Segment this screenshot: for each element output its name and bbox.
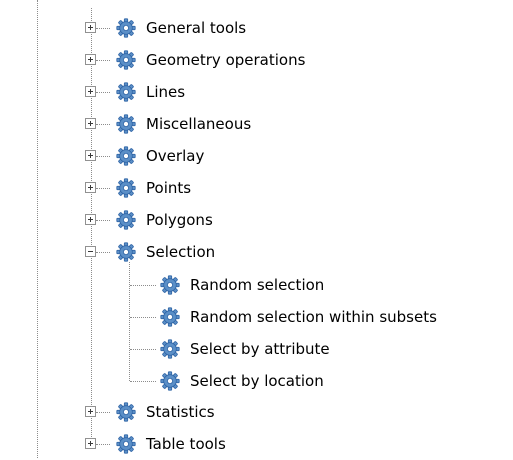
tree-item-label: Geometry operations	[146, 51, 306, 69]
tree-item-label: Select by location	[190, 372, 324, 390]
tree-item-statistics[interactable]: Statistics	[116, 396, 215, 428]
guide-connector	[96, 92, 110, 93]
gear-icon	[116, 242, 136, 262]
tree-item-polygons[interactable]: Polygons	[116, 204, 213, 236]
guide-connector	[96, 412, 110, 413]
gear-icon	[116, 178, 136, 198]
gear-icon	[116, 114, 136, 134]
tree-item-select-by-attribute[interactable]: Select by attribute	[160, 333, 330, 365]
expand-toggle-geometry-operations[interactable]	[85, 54, 96, 65]
tree-item-label: Selection	[146, 243, 216, 261]
guide-connector	[96, 124, 110, 125]
expand-toggle-overlay[interactable]	[85, 150, 96, 161]
tree-item-label: Points	[146, 179, 192, 197]
guide-connector	[96, 444, 110, 445]
tree-item-label: Random selection	[190, 276, 325, 294]
tree-item-selection[interactable]: Selection	[116, 236, 215, 268]
root-guide-line	[37, 0, 38, 458]
tree-item-label: Miscellaneous	[146, 115, 252, 133]
tree-item-label: Table tools	[146, 435, 226, 453]
tree-item-points[interactable]: Points	[116, 172, 191, 204]
guide-connector	[130, 317, 156, 318]
gear-icon	[116, 402, 136, 422]
tree-item-lines[interactable]: Lines	[116, 76, 185, 108]
gear-icon	[116, 146, 136, 166]
expand-toggle-miscellaneous[interactable]	[85, 118, 96, 129]
guide-connector	[96, 28, 110, 29]
tree-item-label: Select by attribute	[190, 340, 330, 358]
gear-icon	[116, 50, 136, 70]
tree-item-label: General tools	[146, 19, 247, 37]
guide-connector	[96, 60, 110, 61]
tree-item-general-tools[interactable]: General tools	[116, 12, 246, 44]
expand-toggle-lines[interactable]	[85, 86, 96, 97]
tree-item-geometry-operations[interactable]: Geometry operations	[116, 44, 305, 76]
gear-icon	[116, 82, 136, 102]
tree-item-label: Statistics	[146, 403, 215, 421]
tree-item-table-tools[interactable]: Table tools	[116, 428, 226, 460]
gear-icon	[116, 434, 136, 454]
gear-icon	[160, 371, 180, 391]
guide-connector	[130, 381, 156, 382]
guide-connector	[130, 349, 156, 350]
selection-children-guide-line	[129, 262, 130, 381]
guide-connector	[96, 220, 110, 221]
gear-icon	[116, 18, 136, 38]
tree-item-select-by-location[interactable]: Select by location	[160, 365, 324, 397]
tree-item-random-selection-within-subsets[interactable]: Random selection within subsets	[160, 301, 437, 333]
group-guide-line	[91, 8, 92, 445]
tree-item-label: Overlay	[146, 147, 205, 165]
tree-item-overlay[interactable]: Overlay	[116, 140, 204, 172]
tree-item-miscellaneous[interactable]: Miscellaneous	[116, 108, 251, 140]
guide-connector	[96, 156, 110, 157]
expand-toggle-polygons[interactable]	[85, 214, 96, 225]
processing-toolbox-tree: General tools Geometry operations Lines …	[0, 0, 513, 458]
guide-connector	[96, 252, 110, 253]
guide-connector	[130, 285, 156, 286]
expand-toggle-general-tools[interactable]	[85, 22, 96, 33]
expand-toggle-points[interactable]	[85, 182, 96, 193]
gear-icon	[160, 339, 180, 359]
expand-toggle-table-tools[interactable]	[85, 438, 96, 449]
guide-connector	[96, 188, 110, 189]
gear-icon	[160, 275, 180, 295]
gear-icon	[160, 307, 180, 327]
tree-item-label: Lines	[146, 83, 186, 101]
gear-icon	[116, 210, 136, 230]
tree-item-label: Random selection within subsets	[190, 308, 437, 326]
expand-toggle-statistics[interactable]	[85, 406, 96, 417]
tree-item-label: Polygons	[146, 211, 213, 229]
collapse-toggle-selection[interactable]	[85, 246, 96, 257]
tree-item-random-selection[interactable]: Random selection	[160, 269, 324, 301]
